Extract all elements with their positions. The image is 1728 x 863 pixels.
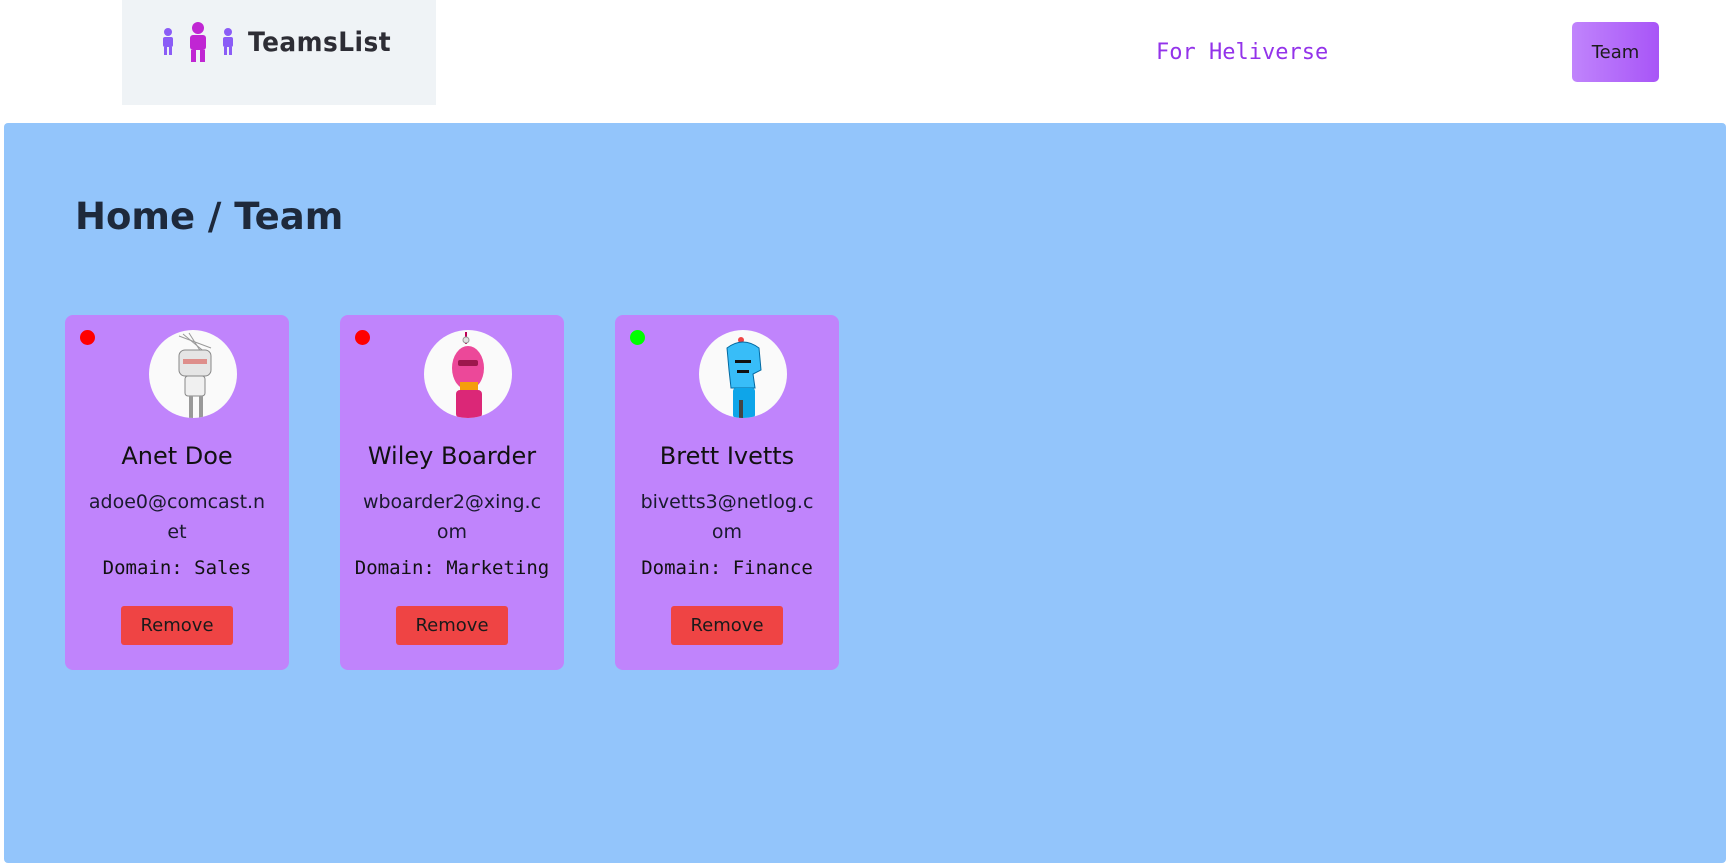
team-nav-button[interactable]: Team	[1572, 22, 1659, 82]
member-email: wboarder2@xing.com	[362, 491, 542, 543]
status-indicator	[80, 330, 95, 345]
logo[interactable]: TeamsList	[158, 20, 404, 64]
member-email: adoe0@comcast.net	[88, 491, 266, 543]
status-indicator	[630, 330, 645, 345]
robot-avatar-white-icon	[149, 330, 237, 418]
remove-button[interactable]: Remove	[671, 606, 783, 645]
tagline: For Heliverse	[1156, 40, 1329, 65]
member-name: Wiley Boarder	[367, 442, 537, 470]
member-card: Brett Ivetts bivetts3@netlog.com Domain:…	[615, 315, 839, 670]
member-domain: Domain: Sales	[102, 557, 252, 579]
robot-avatar-blue-icon	[699, 330, 787, 418]
remove-button[interactable]: Remove	[121, 606, 233, 645]
logo-text: TeamsList	[248, 26, 392, 58]
remove-button[interactable]: Remove	[396, 606, 508, 645]
member-card: Anet Doe adoe0@comcast.net Domain: Sales…	[65, 315, 289, 670]
robot-avatar-pink-icon	[424, 330, 512, 418]
member-domain: Domain: Finance	[641, 557, 813, 579]
member-domain: Domain: Marketing	[354, 557, 550, 579]
member-name: Anet Doe	[121, 442, 233, 470]
people-logo-icon	[163, 22, 233, 62]
member-email: bivetts3@netlog.com	[640, 491, 814, 543]
member-card: Wiley Boarder wboarder2@xing.com Domain:…	[340, 315, 564, 670]
status-indicator	[355, 330, 370, 345]
breadcrumb: Home / Team	[75, 195, 344, 238]
member-name: Brett Ivetts	[659, 442, 795, 470]
logo-container: TeamsList	[122, 0, 436, 105]
main-panel: Home / Team Anet Doe adoe0@comcast.net D…	[4, 123, 1726, 863]
